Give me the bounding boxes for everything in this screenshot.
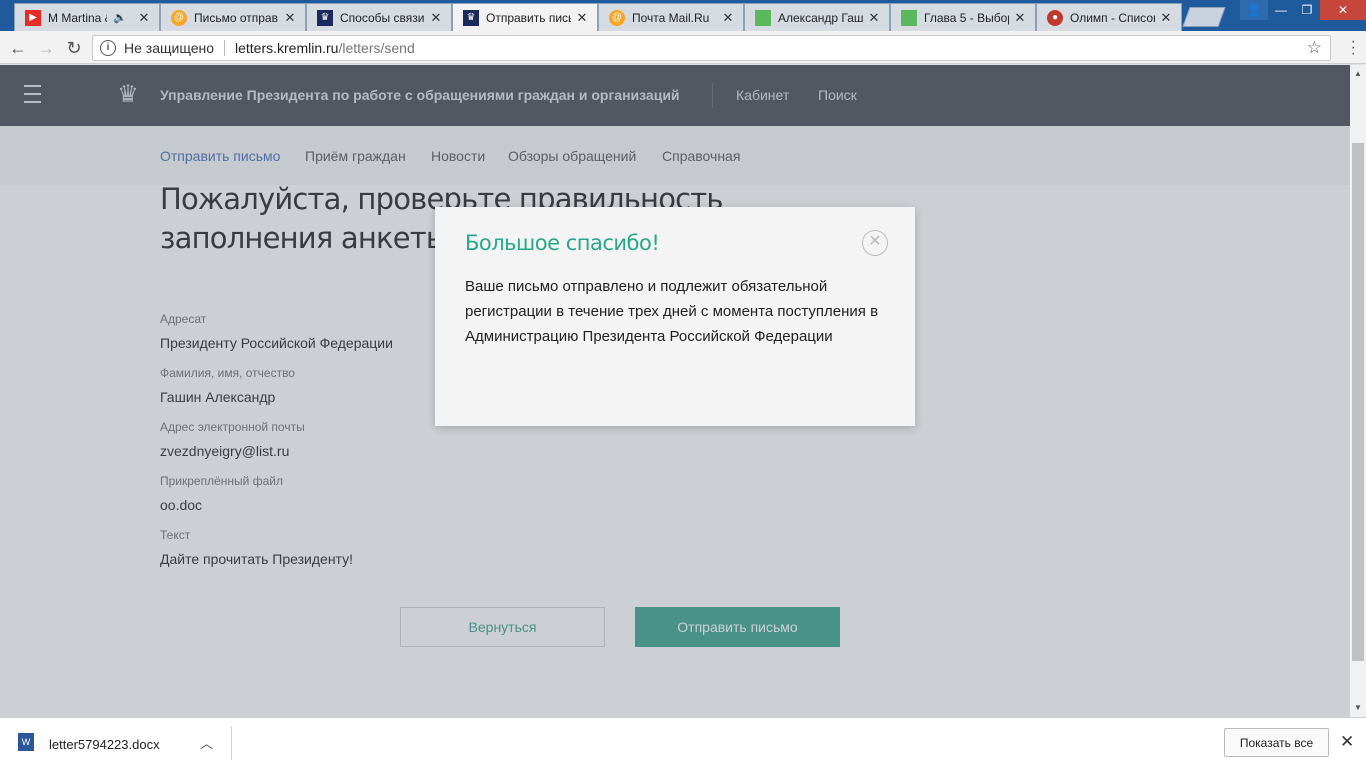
scroll-up-arrow-icon[interactable]: ▲: [1350, 69, 1366, 78]
reload-icon[interactable]: ↻: [63, 37, 85, 59]
browser-tab-active[interactable]: ♛ Отправить письмо ✕: [452, 3, 598, 31]
tab-title: Олимп - Список: [1070, 10, 1155, 25]
close-tab-icon[interactable]: ✕: [721, 10, 735, 26]
browser-toolbar: ← → ↻ i Не защищено letters.kremlin.ru/l…: [0, 31, 1366, 64]
tab-title: Александр Гаш: [778, 10, 863, 25]
forward-arrow-icon[interactable]: →: [35, 37, 57, 59]
page-viewport: ♛ Управление Президента по работе с обра…: [0, 65, 1350, 717]
tab-title: Письмо отправ: [194, 10, 278, 25]
address-bar[interactable]: i Не защищено letters.kremlin.ru/letters…: [92, 35, 1331, 61]
shelf-divider: [231, 726, 232, 760]
browser-tab[interactable]: ♛ Способы связи ✕: [306, 3, 452, 31]
window-close-button[interactable]: ✕: [1320, 0, 1366, 20]
downloads-shelf: W letter5794223.docx ︿ Показать все ✕: [0, 717, 1366, 768]
audio-icon[interactable]: 🔈: [113, 11, 127, 24]
word-document-icon[interactable]: W: [18, 733, 34, 751]
security-label: Не защищено: [124, 40, 214, 56]
profile-icon[interactable]: 👤: [1240, 0, 1268, 20]
browser-tab[interactable]: Глава 5 - Выбор ✕: [890, 3, 1036, 31]
tab-title: M Martina &: [48, 10, 108, 25]
tab-title: Способы связи: [340, 10, 425, 25]
close-shelf-icon[interactable]: ✕: [1340, 732, 1354, 752]
sheet-icon: [901, 9, 917, 26]
minimize-button[interactable]: —: [1268, 0, 1294, 20]
scrollbar-thumb[interactable]: [1352, 143, 1364, 661]
scroll-down-arrow-icon[interactable]: ▼: [1350, 703, 1366, 712]
close-tab-icon[interactable]: ✕: [867, 10, 881, 26]
download-filename[interactable]: letter5794223.docx: [49, 737, 160, 752]
tab-title: Отправить письмо: [486, 10, 571, 25]
tab-title: Почта Mail.Ru: [632, 10, 710, 25]
omnibox-separator: [224, 40, 225, 56]
browser-tab[interactable]: @ Письмо отправ ✕: [160, 3, 306, 31]
modal-message: Ваше письмо отправлено и подлежит обязат…: [465, 278, 879, 345]
kremlin-emblem-icon: ♛: [317, 9, 333, 26]
browser-tabstrip: ▶ M Martina & 🔈 ✕ @ Письмо отправ ✕ ♛ Сп…: [0, 0, 1366, 31]
browser-tab[interactable]: ▶ M Martina & 🔈 ✕: [14, 3, 160, 31]
close-tab-icon[interactable]: ✕: [1159, 10, 1173, 26]
info-icon[interactable]: i: [100, 40, 116, 56]
url-host: letters.kremlin.ru: [235, 40, 339, 56]
close-tab-icon[interactable]: ✕: [1013, 10, 1027, 26]
browser-tab[interactable]: ● Олимп - Список ✕: [1036, 3, 1182, 31]
close-circle-icon[interactable]: ✕: [862, 230, 888, 256]
sheet-icon: [755, 9, 771, 26]
thank-you-modal: Большое спасибо! ✕ Ваше письмо отправлен…: [435, 207, 915, 426]
chevron-up-icon[interactable]: ︿: [200, 733, 213, 752]
tab-title: Глава 5 - Выбор: [924, 10, 1009, 25]
show-all-downloads-button[interactable]: Показать все: [1224, 728, 1329, 757]
bookmark-star-icon[interactable]: ☆: [1307, 38, 1322, 58]
maximize-button[interactable]: ❐: [1294, 0, 1320, 20]
close-tab-icon[interactable]: ✕: [575, 10, 589, 26]
mail-at-icon: @: [609, 9, 625, 26]
olymp-icon: ●: [1047, 9, 1063, 26]
close-tab-icon[interactable]: ✕: [283, 10, 297, 26]
window-controls: 👤 — ❐ ✕: [1240, 0, 1366, 20]
browser-menu-icon[interactable]: · · ·: [1351, 34, 1356, 62]
close-tab-icon[interactable]: ✕: [137, 10, 151, 26]
browser-tab[interactable]: Александр Гаш ✕: [744, 3, 890, 31]
url-path: /letters/send: [338, 40, 415, 56]
mail-at-icon: @: [171, 9, 187, 26]
kremlin-emblem-icon: ♛: [463, 9, 479, 26]
youtube-icon: ▶: [25, 9, 41, 26]
back-arrow-icon[interactable]: ←: [7, 37, 29, 59]
modal-title: Большое спасибо!: [465, 231, 660, 255]
close-tab-icon[interactable]: ✕: [429, 10, 443, 26]
browser-tab[interactable]: @ Почта Mail.Ru ✕: [598, 3, 744, 31]
page-scrollbar[interactable]: ▲ ▼: [1350, 65, 1366, 717]
new-tab-button[interactable]: [1182, 7, 1226, 27]
